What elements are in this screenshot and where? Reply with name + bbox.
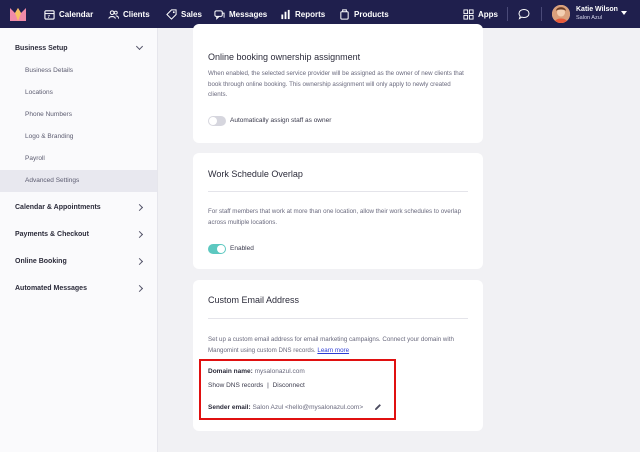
card-description: When enabled, the selected service provi…	[208, 70, 464, 98]
nav-clients-label: Clients	[123, 9, 150, 19]
toggle-label: Enabled	[230, 245, 254, 252]
card-title: Custom Email Address	[208, 295, 300, 305]
sidebar-item-business-details[interactable]: Business Details	[25, 67, 73, 74]
nav-clients[interactable]: Clients	[108, 0, 150, 28]
nav-divider	[507, 7, 508, 21]
sidebar-item-advanced-settings[interactable]: Advanced Settings	[25, 177, 79, 184]
chevron-right-icon[interactable]	[135, 284, 144, 293]
sidebar-item-payroll[interactable]: Payroll	[25, 155, 45, 162]
avatar-photo-icon	[552, 5, 570, 23]
highlight-box	[199, 359, 396, 420]
user-business: Salon Azul	[576, 15, 602, 21]
tag-icon	[166, 8, 177, 20]
sidebar-item-locations[interactable]: Locations	[25, 89, 53, 96]
sidebar-section-automated-messages[interactable]: Automated Messages	[15, 285, 87, 292]
card-title: Online booking ownership assignment	[208, 52, 361, 62]
messages-icon	[214, 9, 225, 20]
nav-sales-label: Sales	[181, 9, 202, 19]
card-description: For staff members that work at more than…	[208, 208, 462, 226]
mangomint-logo-icon[interactable]	[9, 6, 27, 22]
nav-apps-label: Apps	[478, 9, 498, 19]
sidebar-section-payments-checkout[interactable]: Payments & Checkout	[15, 231, 89, 238]
chevron-right-icon[interactable]	[135, 257, 144, 266]
apps-grid-icon	[463, 8, 474, 20]
learn-more-link[interactable]: Learn more	[317, 347, 349, 354]
schedule-overlap-toggle[interactable]	[208, 244, 226, 254]
chevron-down-icon[interactable]	[135, 42, 144, 51]
sidebar-section-calendar-appointments[interactable]: Calendar & Appointments	[15, 204, 101, 211]
card-description: Set up a custom email address for email …	[208, 335, 470, 356]
reports-icon	[281, 9, 290, 19]
sidebar-item-phone-numbers[interactable]: Phone Numbers	[25, 111, 72, 118]
calendar-icon: 7	[44, 9, 55, 20]
card-divider	[208, 191, 468, 192]
nav-products-label: Products	[354, 9, 389, 19]
nav-calendar[interactable]: 7 Calendar	[44, 0, 93, 28]
sidebar-section-business-setup[interactable]: Business Setup	[15, 45, 68, 52]
user-avatar[interactable]	[552, 5, 570, 23]
chevron-right-icon[interactable]	[135, 203, 144, 212]
caret-down-icon[interactable]	[621, 11, 627, 15]
settings-sidebar: Business Setup Business Details Location…	[0, 28, 158, 452]
assign-owner-toggle[interactable]	[208, 116, 226, 126]
ownership-assignment-card: Online booking ownership assignment When…	[193, 24, 483, 143]
card-title: Work Schedule Overlap	[208, 169, 303, 179]
user-name[interactable]: Katie Wilson	[576, 6, 618, 13]
nav-messages-label: Messages	[229, 9, 268, 19]
sidebar-item-logo-branding[interactable]: Logo & Branding	[25, 133, 73, 140]
chevron-right-icon[interactable]	[135, 230, 144, 239]
nav-reports-label: Reports	[295, 9, 326, 19]
chat-bubble-icon[interactable]	[518, 8, 530, 20]
card-divider	[208, 318, 468, 319]
toggle-label: Automatically assign staff as owner	[230, 117, 332, 124]
nav-divider	[541, 7, 542, 21]
users-icon	[108, 9, 119, 19]
nav-calendar-label: Calendar	[59, 9, 94, 19]
sidebar-section-online-booking[interactable]: Online Booking	[15, 258, 67, 265]
svg-text:7: 7	[48, 14, 51, 19]
products-icon	[340, 8, 349, 20]
work-schedule-overlap-card: Work Schedule Overlap For staff members …	[193, 153, 483, 269]
